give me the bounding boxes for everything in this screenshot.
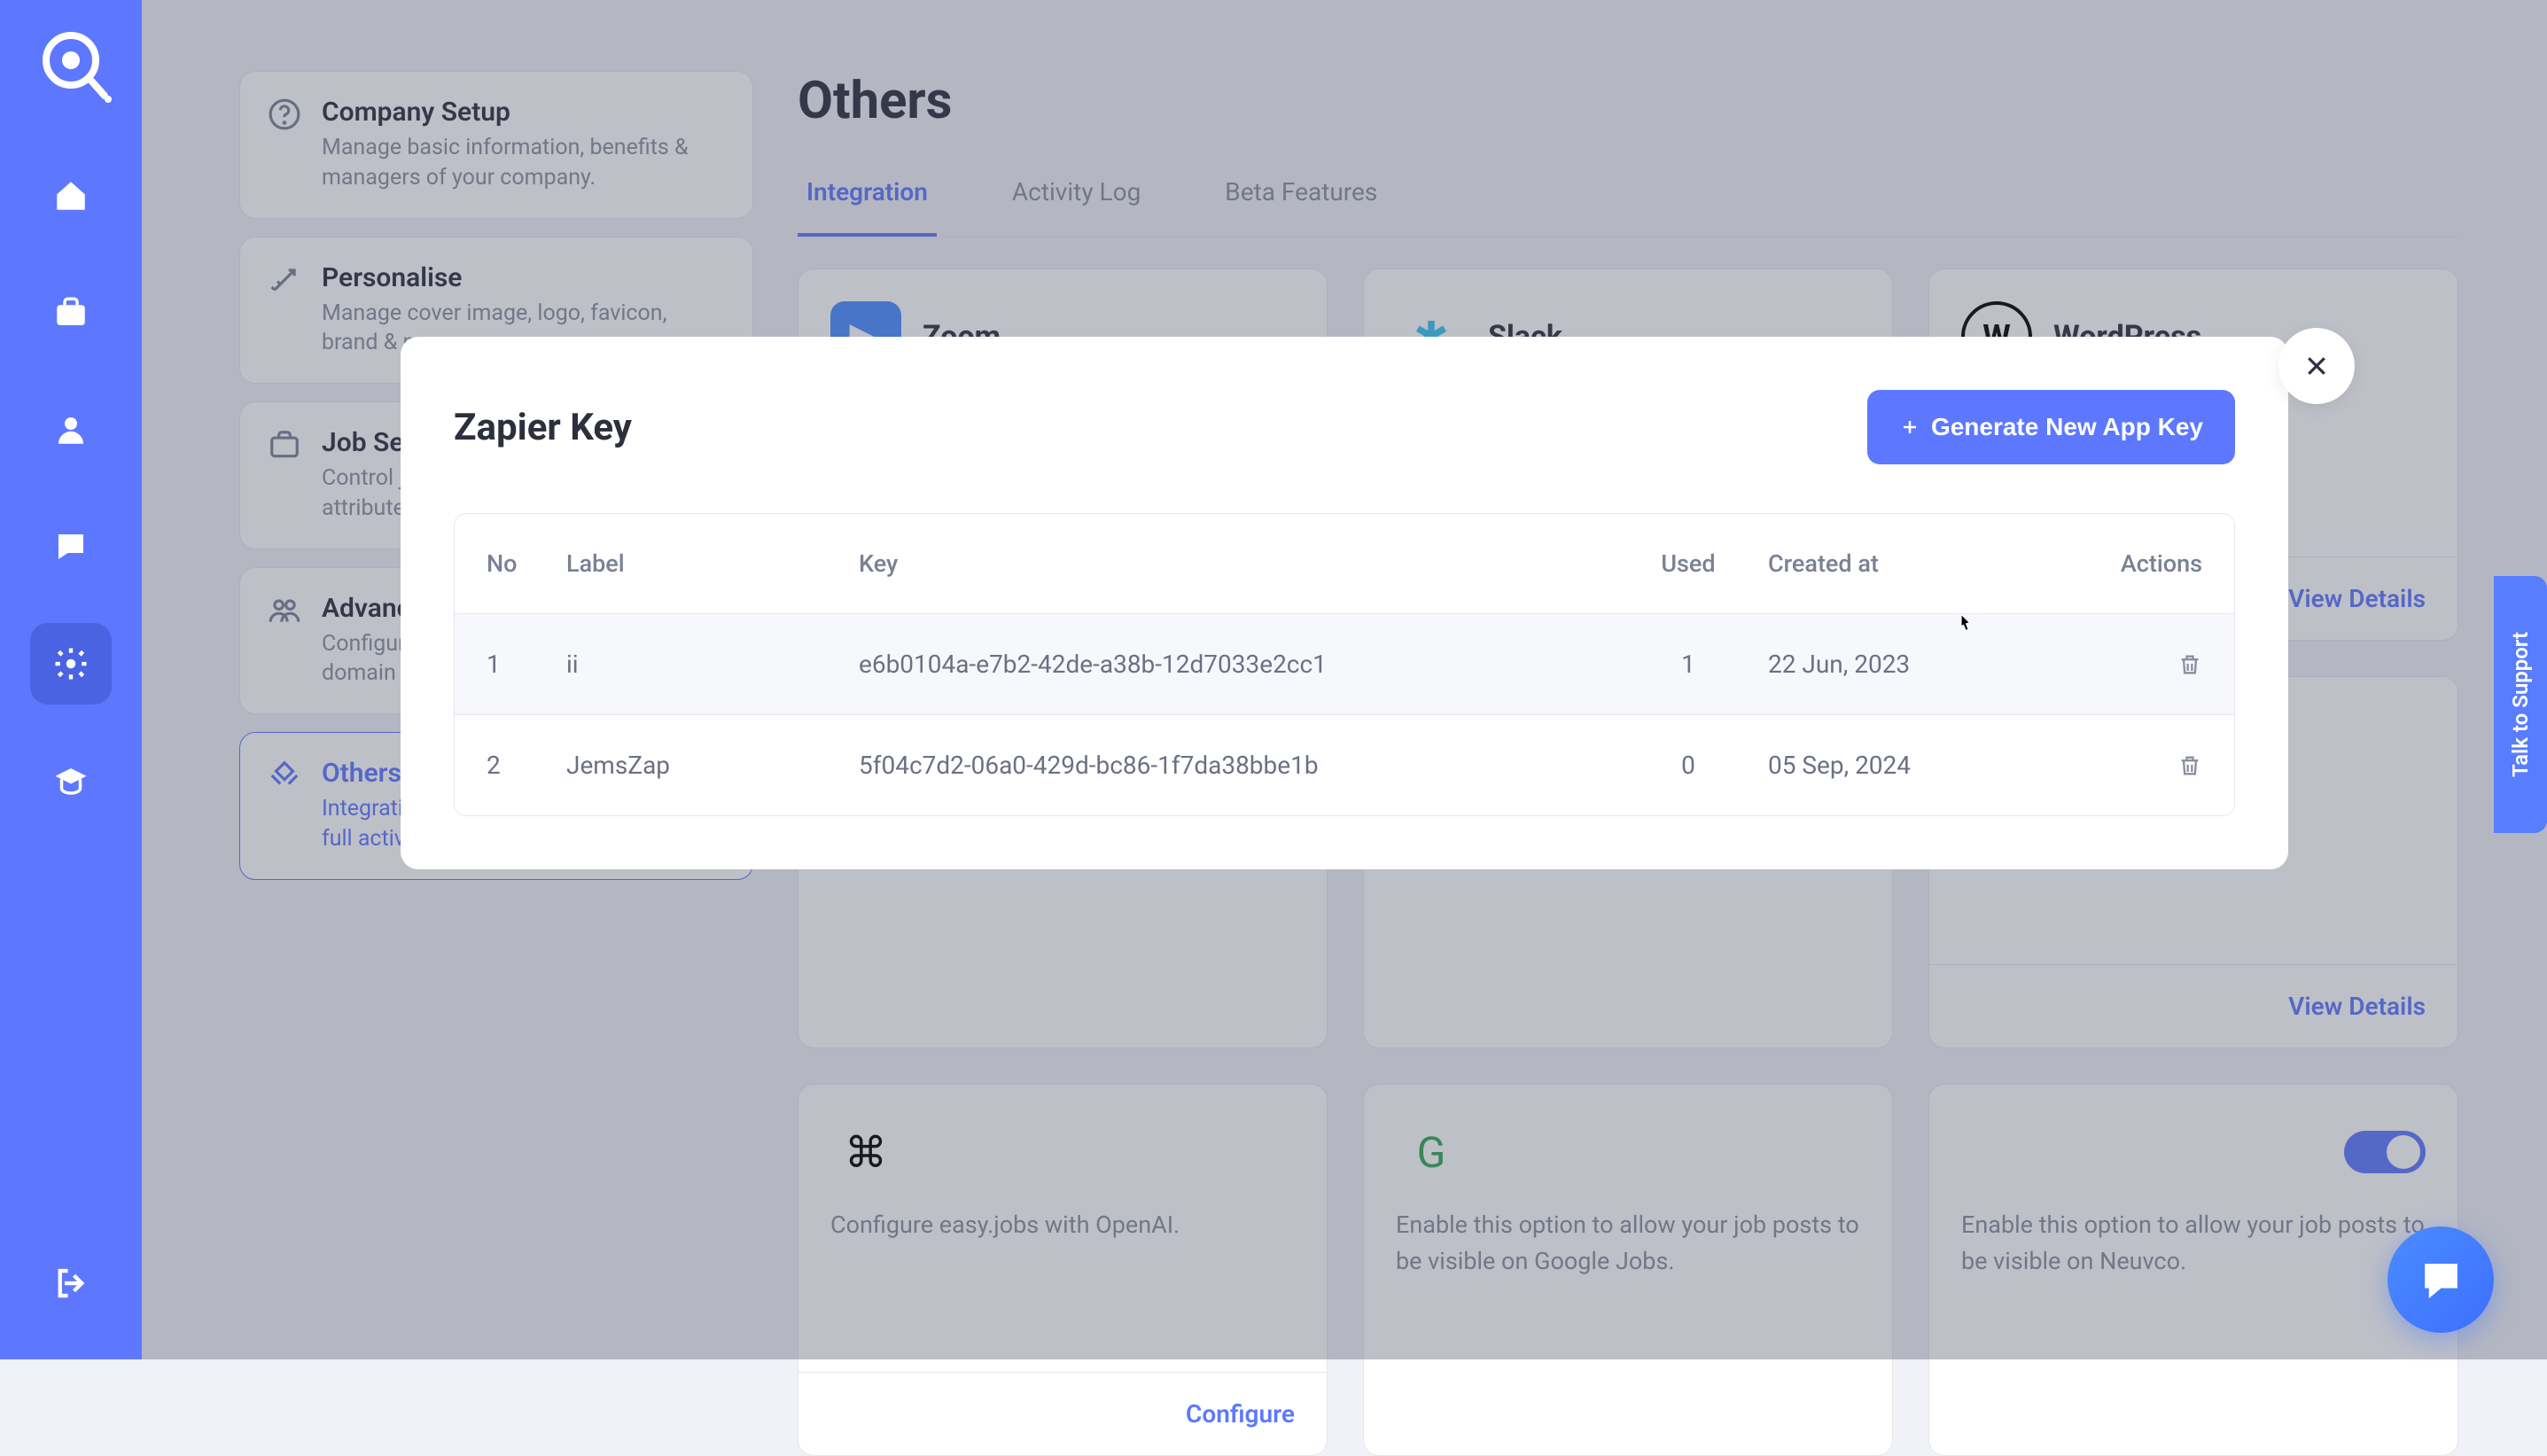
side-rail: [0, 0, 142, 1359]
cell-used: 1: [1608, 650, 1768, 679]
col-created: Created at: [1768, 549, 2043, 578]
trash-icon[interactable]: [2177, 753, 2202, 778]
close-icon: [2303, 353, 2330, 379]
cell-key: 5f04c7d2-06a0-429d-bc86-1f7da38bbe1b: [859, 751, 1608, 780]
cell-actions: [2043, 753, 2202, 778]
generate-key-button[interactable]: Generate New App Key: [1867, 390, 2235, 464]
col-key: Key: [859, 549, 1608, 578]
cell-no: 2: [487, 751, 566, 780]
nav-jobs[interactable]: [30, 272, 112, 354]
table-header: No Label Key Used Created at Actions: [455, 514, 2234, 614]
nav-candidates[interactable]: [30, 389, 112, 471]
cell-label: ii: [566, 650, 859, 679]
col-actions: Actions: [2043, 549, 2202, 578]
col-no: No: [487, 549, 566, 578]
nav-home[interactable]: [30, 155, 112, 237]
app-logo[interactable]: [27, 18, 115, 106]
support-tab[interactable]: Talk to Support: [2494, 576, 2547, 833]
cell-created: 05 Sep, 2024: [1768, 751, 2043, 780]
trash-icon[interactable]: [2177, 652, 2202, 677]
col-label: Label: [566, 549, 859, 578]
keys-table: No Label Key Used Created at Actions 1 i…: [454, 513, 2235, 816]
cell-actions: [2043, 652, 2202, 677]
modal-overlay[interactable]: Zapier Key Generate New App Key No Label…: [142, 0, 2547, 1359]
cursor-icon: [1951, 611, 1978, 638]
nav-education[interactable]: [30, 740, 112, 821]
zapier-key-modal: Zapier Key Generate New App Key No Label…: [401, 337, 2288, 869]
chat-launcher[interactable]: [2387, 1226, 2494, 1333]
cell-label: JemsZap: [566, 751, 859, 780]
cell-key: e6b0104a-e7b2-42de-a38b-12d7033e2cc1: [859, 650, 1608, 679]
close-button[interactable]: [2278, 328, 2355, 404]
chat-icon: [2417, 1256, 2465, 1304]
nav-settings[interactable]: [30, 623, 112, 705]
configure-link[interactable]: Configure: [1186, 1399, 1295, 1429]
generate-key-label: Generate New App Key: [1931, 413, 2203, 441]
plus-icon: [1899, 417, 1920, 438]
modal-title: Zapier Key: [454, 406, 632, 449]
modal-header: Zapier Key Generate New App Key: [454, 390, 2235, 464]
nav-messages[interactable]: [30, 506, 112, 588]
nav-logout[interactable]: [30, 1242, 112, 1324]
table-row: 2 JemsZap 5f04c7d2-06a0-429d-bc86-1f7da3…: [455, 715, 2234, 815]
cell-used: 0: [1608, 751, 1768, 780]
cell-no: 1: [487, 650, 566, 679]
col-used: Used: [1608, 549, 1768, 578]
cell-created: 22 Jun, 2023: [1768, 650, 2043, 679]
